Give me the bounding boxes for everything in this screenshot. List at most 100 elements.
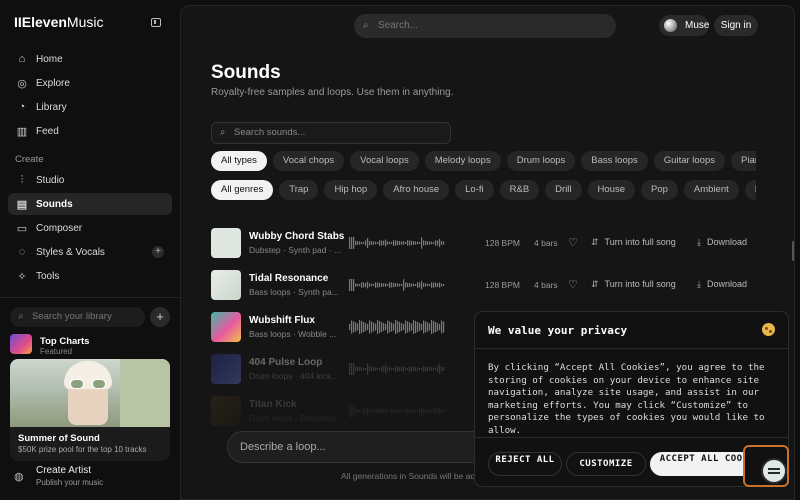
sound-artwork[interactable] [211, 312, 241, 342]
sound-name: 404 Pulse Loop [249, 357, 323, 368]
sound-artwork[interactable] [211, 354, 241, 384]
add-library-button[interactable]: + [150, 307, 170, 327]
sliders-icon: ⫶ [20, 173, 24, 186]
genre-filter-chip[interactable]: All genres [211, 180, 274, 200]
type-filter-chip[interactable]: Vocal loops [350, 151, 419, 171]
logo[interactable]: IIElevenMusic [14, 14, 103, 30]
promo-card[interactable]: Summer of Sound $50K prize pool for the … [10, 359, 170, 461]
cookie-icon [762, 323, 775, 336]
sound-meta: Dubstep · Synth pad · ... [249, 245, 342, 255]
waveform[interactable] [349, 360, 445, 378]
download-button[interactable]: ⤓ Download [697, 279, 747, 290]
waveform[interactable] [349, 276, 445, 294]
library-icon: ◔ [18, 101, 26, 113]
genre-filter-chip[interactable]: Pop [641, 180, 678, 200]
waveform[interactable] [349, 402, 445, 420]
waveform[interactable] [349, 318, 445, 336]
customize-button[interactable]: CUSTOMIZE [566, 452, 646, 476]
cookie-title: We value your privacy [488, 324, 628, 337]
sidebar-item-home[interactable]: ⌂ Home [8, 48, 172, 70]
download-icon: ⤓ [697, 279, 701, 289]
type-filter-chip[interactable]: Piano lo [731, 151, 756, 171]
type-filter-chip[interactable]: Melody loops [424, 151, 501, 171]
genre-filter-chip[interactable]: R&B [499, 180, 540, 200]
sidebar-item-library[interactable]: ◔ Library [8, 96, 172, 118]
home-icon: ⌂ [18, 53, 26, 65]
sound-row[interactable]: Wubby Chord Stabs Dubstep · Synth pad · .… [211, 226, 771, 260]
global-search-input[interactable]: ⌕ Search... [354, 14, 616, 38]
create-section-label: Create [15, 154, 44, 165]
sound-name: Tidal Resonance [249, 273, 329, 284]
sidebar-item-feed[interactable]: ▥ Feed [8, 120, 172, 142]
sound-meta: Bass loops · Wobble ... [249, 329, 337, 339]
sound-bpm: 128 BPM [485, 280, 520, 290]
waveform[interactable] [349, 234, 445, 252]
muse-orb-icon [664, 19, 677, 32]
wand-icon: ⇵ [591, 237, 599, 247]
cookie-consent-dialog: We value your privacy By clicking “Accep… [474, 311, 789, 487]
genre-filter-chip[interactable]: Afro house [383, 180, 450, 200]
wand-icon: ⇵ [591, 279, 599, 289]
genre-filter-chip[interactable]: Phonk [744, 180, 756, 200]
heart-icon[interactable]: ♡ [568, 278, 580, 291]
genre-filter-chip[interactable]: Ambient [683, 180, 739, 200]
page-subtitle: Royalty-free samples and loops. Use them… [211, 87, 454, 98]
sidebar-item-composer[interactable]: ▭ Composer [8, 217, 172, 239]
search-icon: ⌕ [220, 127, 226, 138]
mic-icon: ◌ [18, 246, 26, 258]
sidebar-item-sounds[interactable]: ▤ Sounds [8, 193, 172, 215]
genre-filter-chip[interactable]: Drill [545, 180, 582, 200]
turn-into-song-button[interactable]: ⇵ Turn into full song [591, 237, 676, 248]
chat-widget-button[interactable] [743, 445, 789, 487]
genre-filter-chip[interactable]: Hip hop [324, 180, 378, 200]
sound-artwork[interactable] [211, 228, 241, 258]
heart-icon[interactable]: ♡ [568, 236, 580, 249]
type-filter-row: All types Vocal chops Vocal loops Melody lo… [211, 151, 756, 171]
sounds-icon: ▤ [16, 198, 28, 211]
turn-into-song-button[interactable]: ⇵ Turn into full song [591, 279, 676, 290]
promo-image [10, 359, 170, 427]
page-title: Sounds [211, 62, 281, 83]
sound-artwork[interactable] [211, 270, 241, 300]
sidebar-divider [0, 297, 180, 298]
scrollbar[interactable] [792, 241, 794, 261]
sounds-search-input[interactable]: ⌕ Search sounds... [211, 122, 451, 144]
sign-in-button[interactable]: Sign in [714, 15, 758, 36]
chat-icon [761, 458, 787, 484]
app-root: IIElevenMusic ⌂ Home ◎ Explore ◔ Library ▥ F… [0, 0, 800, 500]
search-icon: ⌕ [363, 20, 369, 31]
sound-meta: Drum loops · 404 kick... [249, 371, 339, 381]
add-style-icon[interactable]: + [152, 246, 164, 258]
sidebar: IIElevenMusic ⌂ Home ◎ Explore ◔ Library ▥ F… [0, 0, 180, 500]
sound-name: Titan Kick [249, 399, 297, 410]
type-filter-chip[interactable]: Vocal chops [272, 151, 345, 171]
sidebar-item-styles-vocals[interactable]: ◌ Styles & Vocals + [8, 241, 172, 263]
library-search-input[interactable]: ⌕ Search your library [10, 307, 145, 327]
compass-icon: ◎ [17, 77, 27, 90]
type-filter-chip[interactable]: Drum loops [506, 151, 576, 171]
type-filter-chip[interactable]: Guitar loops [653, 151, 726, 171]
download-button[interactable]: ⤓ Download [697, 237, 747, 248]
type-filter-chip[interactable]: All types [211, 151, 267, 171]
genre-filter-chip[interactable]: Trap [279, 180, 319, 200]
feed-icon: ▥ [16, 125, 28, 138]
type-filter-chip[interactable]: Bass loops [581, 151, 648, 171]
muse-button[interactable]: Muse [659, 15, 709, 36]
sidebar-item-explore[interactable]: ◎ Explore [8, 72, 172, 94]
genre-filter-chip[interactable]: Lo-fi [455, 180, 494, 200]
sound-row[interactable]: Tidal Resonance Bass loops · Synth pa... 1… [211, 268, 771, 302]
sound-meta: Bass loops · Synth pa... [249, 287, 339, 297]
search-icon: ⌕ [18, 311, 24, 322]
sound-meta: Drum loops · Distortion [249, 413, 336, 423]
genre-filter-row: All genres Trap Hip hop Afro house Lo-fi R&B D… [211, 180, 756, 200]
genre-filter-chip[interactable]: House [587, 180, 635, 200]
download-icon: ⤓ [697, 237, 701, 247]
generation-footnote: All generations in Sounds will be add [341, 471, 480, 481]
sound-bars: 4 bars [534, 280, 558, 290]
sidebar-item-tools[interactable]: ✧ Tools [8, 265, 172, 287]
reject-all-button[interactable]: REJECT ALL [488, 452, 562, 476]
sidebar-item-studio[interactable]: ⫶ Studio [8, 169, 172, 191]
collapse-sidebar-icon[interactable] [151, 18, 161, 27]
globe-icon: ◍ [14, 471, 24, 483]
sound-artwork[interactable] [211, 396, 241, 426]
